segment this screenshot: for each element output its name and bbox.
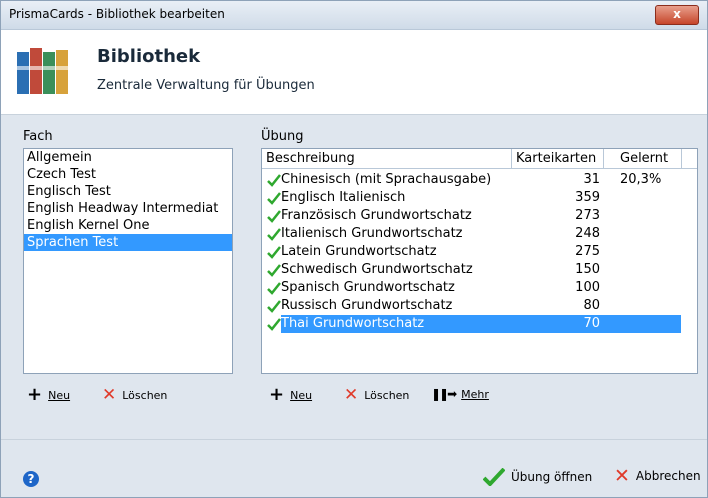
column-header-karteikarten[interactable]: Karteikarten — [512, 149, 604, 168]
cell-name: Chinesisch (mit Sprachausgabe) — [281, 172, 492, 187]
check-icon — [267, 210, 281, 223]
help-icon[interactable]: ? — [23, 471, 39, 487]
open-exercise-button[interactable]: Übung öffnen — [483, 468, 592, 486]
ubung-table[interactable]: Beschreibung Karteikarten Gelernt Chines… — [261, 148, 698, 374]
list-item[interactable]: Sprachen Test — [24, 234, 232, 251]
list-item[interactable]: Englisch Test — [24, 183, 232, 200]
check-icon — [267, 174, 281, 187]
close-button[interactable]: x — [655, 5, 699, 25]
delete-x-icon: ✕ — [344, 385, 359, 405]
cell-name: Italienisch Grundwortschatz — [281, 226, 463, 241]
table-row[interactable]: Schwedisch Grundwortschatz 150 — [262, 261, 697, 279]
cell-name: Englisch Italienisch — [281, 190, 406, 205]
check-icon — [267, 192, 281, 205]
cell-cards: 150 — [575, 262, 600, 277]
cell-cards: 80 — [583, 298, 600, 313]
header-title: Bibliothek — [97, 46, 201, 67]
window-title: PrismaCards - Bibliothek bearbeiten — [9, 7, 225, 21]
table-row[interactable]: Thai Grundwortschatz 70 — [262, 315, 697, 333]
fach-delete-button[interactable]: ✕ Löschen — [102, 385, 168, 405]
library-books-icon — [17, 48, 68, 94]
check-icon — [267, 282, 281, 295]
ubung-delete-label: Löschen — [364, 388, 410, 402]
table-row[interactable]: Italienisch Grundwortschatz 248 — [262, 225, 697, 243]
cell-cards: 248 — [575, 226, 600, 241]
cell-cards: 275 — [575, 244, 600, 259]
title-bar: PrismaCards - Bibliothek bearbeiten x — [1, 1, 707, 30]
header-subtitle: Zentrale Verwaltung für Übungen — [97, 78, 315, 93]
delete-x-icon: ✕ — [102, 385, 117, 405]
dialog-window: PrismaCards - Bibliothek bearbeiten x Bi… — [0, 0, 708, 498]
table-row[interactable]: Russisch Grundwortschatz 80 — [262, 297, 697, 315]
list-item[interactable]: Czech Test — [24, 166, 232, 183]
cell-cards: 100 — [575, 280, 600, 295]
table-row[interactable]: Spanisch Grundwortschatz 100 — [262, 279, 697, 297]
cell-name: Latein Grundwortschatz — [281, 244, 437, 259]
list-item[interactable]: Allgemein — [24, 149, 232, 166]
ubung-new-button[interactable]: + Neu — [269, 384, 313, 405]
table-row[interactable]: Französisch Grundwortschatz 273 — [262, 207, 697, 225]
check-icon — [267, 228, 281, 241]
table-body: Chinesisch (mit Sprachausgabe) 31 20,3% Eng… — [262, 171, 697, 333]
fach-delete-label: Löschen — [122, 388, 168, 402]
cell-name: Spanisch Grundwortschatz — [281, 280, 455, 295]
cell-cards: 359 — [575, 190, 600, 205]
open-exercise-label: Übung öffnen — [511, 470, 593, 484]
cell-name: Thai Grundwortschatz — [281, 316, 425, 331]
arrow-right-icon: ❚❚➡ — [431, 387, 457, 401]
ubung-more-label: Mehr — [461, 387, 489, 401]
check-icon — [267, 300, 281, 313]
check-icon — [483, 468, 505, 486]
table-row[interactable]: Englisch Italienisch 359 — [262, 189, 697, 207]
table-row[interactable]: Chinesisch (mit Sprachausgabe) 31 20,3% — [262, 171, 697, 189]
cell-name: Schwedisch Grundwortschatz — [281, 262, 473, 277]
cell-cards: 31 — [583, 172, 600, 187]
fach-new-label: Neu — [48, 388, 71, 402]
plus-icon: + — [269, 384, 285, 405]
cell-name: Russisch Grundwortschatz — [281, 298, 453, 313]
check-icon — [267, 318, 281, 331]
fach-list[interactable]: Allgemein Czech Test Englisch Test English … — [23, 148, 233, 374]
cell-name: Französisch Grundwortschatz — [281, 208, 472, 223]
column-header-gelernt[interactable]: Gelernt — [604, 149, 682, 168]
ubung-new-label: Neu — [290, 388, 313, 402]
footer-divider — [1, 439, 707, 440]
table-row[interactable]: Latein Grundwortschatz 275 — [262, 243, 697, 261]
ubung-more-button[interactable]: ❚❚➡ Mehr — [431, 387, 489, 401]
check-icon — [267, 246, 281, 259]
ubung-delete-button[interactable]: ✕ Löschen — [344, 385, 410, 405]
fach-new-button[interactable]: + Neu — [27, 384, 71, 405]
column-header-beschreibung[interactable]: Beschreibung — [262, 149, 512, 168]
cell-cards: 70 — [583, 316, 600, 331]
cell-learned: 20,3% — [620, 172, 662, 187]
check-icon — [267, 264, 281, 277]
table-header: Beschreibung Karteikarten Gelernt — [262, 149, 697, 169]
cell-cards: 273 — [575, 208, 600, 223]
cancel-x-icon: ✕ — [614, 465, 630, 487]
header-panel: Bibliothek Zentrale Verwaltung für Übung… — [1, 30, 707, 115]
cancel-button[interactable]: ✕ Abbrechen — [614, 465, 701, 487]
list-item[interactable]: English Headway Intermediat — [24, 200, 232, 217]
plus-icon: + — [27, 384, 43, 405]
list-item[interactable]: English Kernel One — [24, 217, 232, 234]
fach-label: Fach — [23, 129, 53, 144]
cancel-label: Abbrechen — [635, 469, 701, 483]
ubung-label: Übung — [261, 129, 304, 144]
